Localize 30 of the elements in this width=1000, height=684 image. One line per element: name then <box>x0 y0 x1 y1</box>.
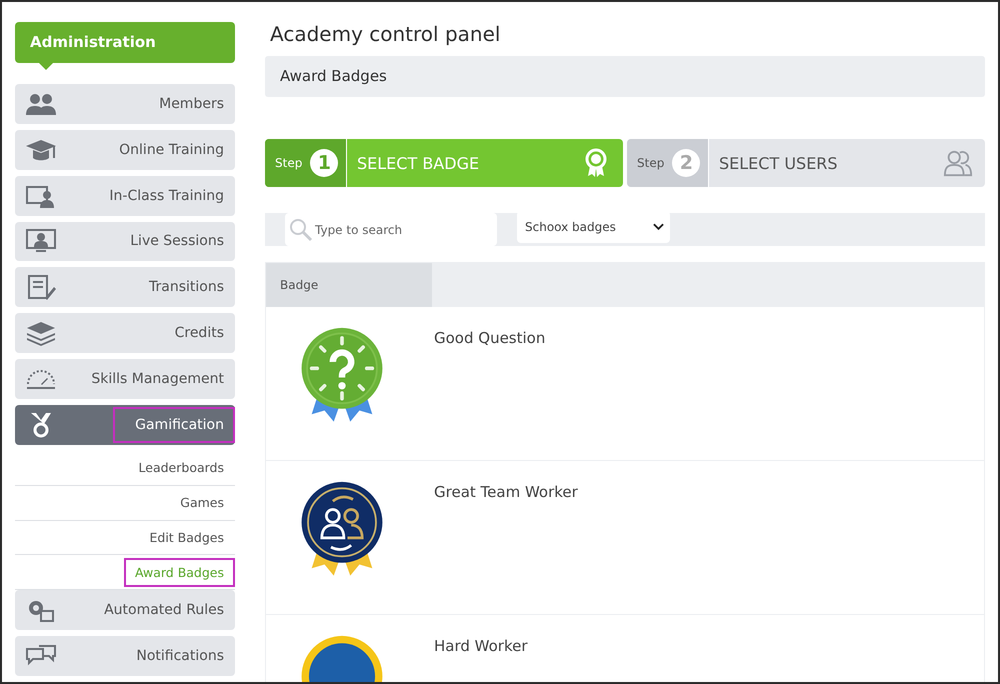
breadcrumb-bar: Award Badges <box>265 56 985 97</box>
submenu-item[interactable]: Games <box>169 488 235 518</box>
sidebar-item[interactable]: Automated Rules <box>15 590 235 630</box>
badge-source-dropdown[interactable]: Schoox badges <box>517 210 670 242</box>
monitor-person-icon <box>25 228 57 254</box>
users-icon <box>943 148 973 178</box>
submenu-item[interactable]: Edit Badges <box>138 522 235 552</box>
sidebar-item[interactable]: Members <box>15 84 235 124</box>
submenu-item[interactable]: Award Badges <box>124 558 235 587</box>
chevron-down-icon <box>653 222 664 230</box>
badge-name[interactable]: Great Team Worker <box>434 483 578 614</box>
badge-name[interactable]: Hard Worker <box>434 637 528 682</box>
page-title: Academy control panel <box>270 22 502 46</box>
sidebar-item[interactable]: Transitions <box>15 267 235 308</box>
sidebar-item[interactable]: Notifications <box>15 636 235 676</box>
badge-name[interactable]: Good Question <box>434 329 546 460</box>
step-tab[interactable]: Step 2 SELECT USERS <box>627 139 985 187</box>
submenu-item[interactable]: Leaderboards <box>128 453 235 482</box>
sidebar-item[interactable]: Skills Management <box>15 359 235 399</box>
sidebar-item[interactable]: In-Class Training <box>15 176 235 216</box>
checklist-icon <box>25 274 57 300</box>
sidebar-item[interactable]: Credits <box>15 313 235 354</box>
column-header: Badge <box>266 263 432 307</box>
stack-icon <box>25 320 57 346</box>
sidebar-item[interactable]: Online Training <box>15 130 235 170</box>
sidebar-item[interactable]: Live Sessions <box>15 222 235 262</box>
search-field[interactable]: Type to search <box>285 213 497 246</box>
pointer-arrow <box>39 63 53 70</box>
sidebar-header: Administration <box>15 22 235 63</box>
sidebar-item[interactable]: Gamification <box>15 404 235 445</box>
